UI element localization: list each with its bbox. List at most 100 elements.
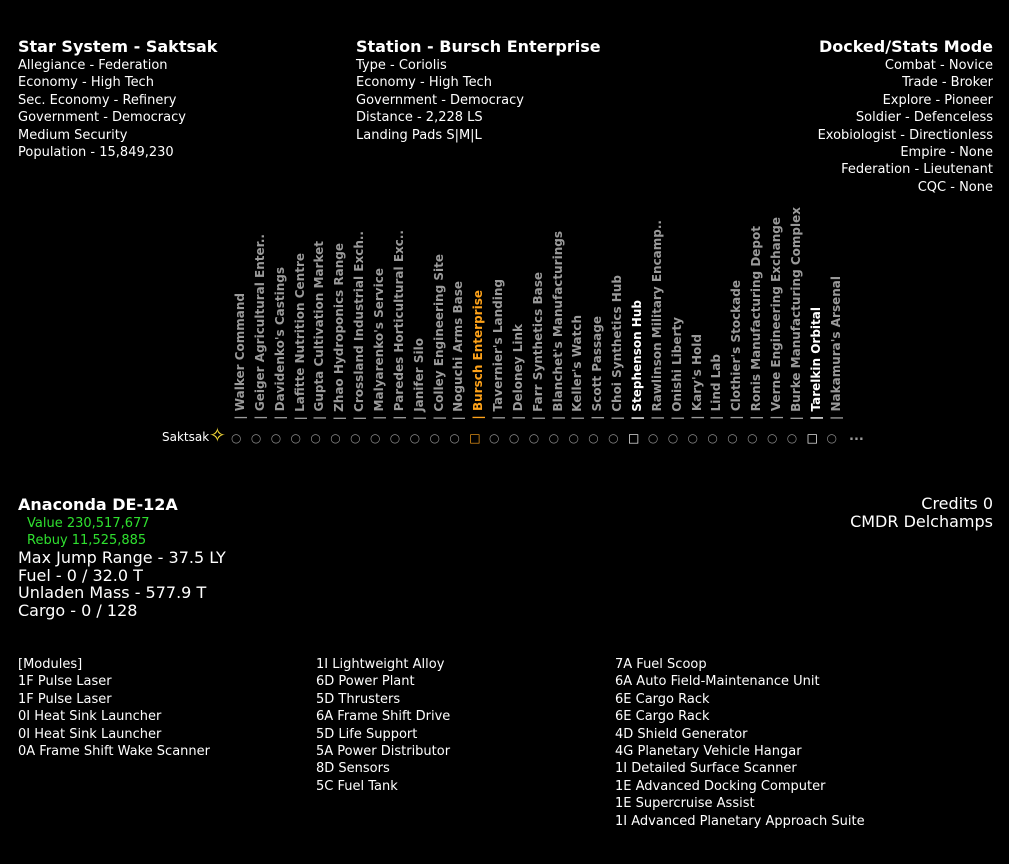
body-circle-icon: ○ <box>270 431 282 445</box>
station-landing-pads: Landing Pads S|M|L <box>356 127 482 143</box>
module-item: 5C Fuel Tank <box>316 778 398 794</box>
body-item: | Clothier's Stockade ○ <box>726 210 746 450</box>
ship-value: Value 230,517,677 <box>27 516 150 531</box>
body-circle-icon: ○ <box>429 431 440 445</box>
body-label: | Kary's Hold <box>689 334 704 420</box>
body-label: | Keller's Watch <box>570 314 585 420</box>
mode-panel: Docked/Stats Mode Combat - Novice Trade … <box>818 37 993 196</box>
body-item: | Stephenson Hub □ <box>627 210 647 450</box>
body-label: | Davidenko's Castings <box>272 267 287 420</box>
system-bodies-strip: Saktsak ✧ | Walker Command ○ | Geiger Agri… <box>0 207 1009 450</box>
body-label: | Walker Command <box>233 293 247 420</box>
rank-combat: Combat - Novice <box>884 58 993 73</box>
body-label: | Onishi Liberty <box>669 316 684 420</box>
module-item: 5D Life Support <box>316 726 418 742</box>
modules-header: [Modules] <box>18 657 83 672</box>
body-label: | Choi Synthetics Hub <box>610 274 625 420</box>
body-item: | Colley Engineering Site ○ <box>429 210 449 450</box>
body-item: | Verne Engineering Exchange ○ <box>766 210 786 450</box>
body-item: | Nakamura's Arsenal ○ <box>826 210 846 450</box>
body-label: | Janifer Silo <box>411 337 426 420</box>
commander-panel: Credits 0 CMDR Delchamps <box>850 495 993 531</box>
modules-column-1: [Modules] 1F Pulse Laser 1F Pulse Laser 0I … <box>18 656 210 760</box>
body-circle-icon: ○ <box>231 431 242 445</box>
module-item: 5D Thrusters <box>316 691 401 707</box>
rank-soldier: Soldier - Defenceless <box>855 110 993 126</box>
body-item: | Malyarenko's Service ○ <box>369 210 389 450</box>
body-circle-icon: ○ <box>826 431 837 445</box>
body-item: | Onishi Liberty ○ <box>667 210 687 450</box>
module-item: 5A Power Distributor <box>316 744 451 760</box>
ship-jump-range: Max Jump Range - 37.5 LY <box>18 548 226 567</box>
station-square-icon: □ <box>628 431 640 445</box>
modules-column-2: 1I Lightweight Alloy 6D Power Plant 5D Thr… <box>316 656 450 795</box>
rank-explore: Explore - Pioneer <box>882 92 993 108</box>
station-economy: Economy - High Tech <box>356 75 492 91</box>
body-item: | Rawlinson Military Encamp.. ○ <box>647 210 667 450</box>
module-item: 6D Power Plant <box>316 674 415 690</box>
overlay-root: Star System - Saktsak Allegiance - Feder… <box>0 0 1009 864</box>
body-item: | Scott Passage ○ <box>587 210 607 450</box>
station-government: Government - Democracy <box>356 92 524 108</box>
star-icon: ✧ <box>209 423 226 447</box>
module-item: 6E Cargo Rack <box>615 691 710 707</box>
module-item: 0I Heat Sink Launcher <box>18 709 162 725</box>
body-item: | Crossland Industrial Exch.. ○ <box>349 210 369 450</box>
ship-cargo: Cargo - 0 / 128 <box>18 600 138 620</box>
body-circle-icon: ○ <box>389 431 401 445</box>
star-system-panel: Star System - Saktsak Allegiance - Feder… <box>18 37 217 161</box>
body-circle-icon: ○ <box>707 431 718 445</box>
body-circle-icon: ○ <box>409 431 421 445</box>
body-item: | Bursch Enterprise □ <box>468 210 488 450</box>
body-item: | Keller's Watch ○ <box>567 210 587 450</box>
body-circle-icon: ○ <box>786 431 798 445</box>
module-item: 1F Pulse Laser <box>18 674 112 690</box>
body-circle-icon: ○ <box>588 431 599 445</box>
body-circle-icon: ○ <box>568 431 579 445</box>
body-item: | Ronis Manufacturing Depot ○ <box>746 210 766 450</box>
body-circle-icon: ○ <box>508 431 520 445</box>
body-label: | Tarelkin Orbital <box>808 306 823 420</box>
body-item: | Noguchi Arms Base ○ <box>448 210 468 450</box>
body-label: | Ronis Manufacturing Depot <box>749 226 764 420</box>
body-item: | Choi Synthetics Hub ○ <box>607 210 627 450</box>
body-label: | Gupta Cultivation Market <box>312 240 327 420</box>
module-item: 1E Supercruise Assist <box>615 796 755 812</box>
station-square-icon: □ <box>469 431 481 445</box>
body-label: | Verne Engineering Exchange <box>768 217 783 420</box>
module-item: 6A Frame Shift Drive <box>316 709 451 725</box>
ship-panel: Anaconda DE-12A Value 230,517,677 Rebuy … <box>18 495 226 619</box>
body-circle-icon: ○ <box>449 431 460 445</box>
system-security: Medium Security <box>18 127 128 143</box>
body-label: | Lind Lab <box>709 354 724 420</box>
module-item: 4G Planetary Vehicle Hangar <box>615 744 802 760</box>
module-item: 0A Frame Shift Wake Scanner <box>18 744 210 760</box>
rank-cqc: CQC - None <box>917 179 993 195</box>
credits: Credits 0 <box>921 494 993 513</box>
body-item: | Paredes Horticultural Exc.. ○ <box>389 210 409 450</box>
body-item: | Kary's Hold ○ <box>687 210 707 450</box>
body-item: | Janifer Silo ○ <box>409 210 429 450</box>
mode-title: Docked/Stats Mode <box>818 37 993 56</box>
module-item: 1I Detailed Surface Scanner <box>615 761 797 777</box>
station-type: Type - Coriolis <box>356 58 447 73</box>
system-economy: Economy - High Tech <box>18 75 154 91</box>
module-item: 6A Auto Field-Maintenance Unit <box>615 674 820 690</box>
body-circle-icon: ○ <box>766 431 778 445</box>
body-circle-icon: ○ <box>747 431 758 445</box>
body-circle-icon: ○ <box>647 431 659 445</box>
body-circle-icon: ○ <box>687 431 699 445</box>
body-circle-icon: ○ <box>489 431 500 445</box>
body-circle-icon: ○ <box>667 431 679 445</box>
station-distance: Distance - 2,228 LS <box>356 110 483 126</box>
body-circle-icon: ○ <box>310 431 321 445</box>
body-label: | Deloney Link <box>510 324 525 420</box>
system-population: Population - 15,849,230 <box>18 145 174 161</box>
body-label: | Stephenson Hub <box>630 299 644 420</box>
module-item: 8D Sensors <box>316 761 390 777</box>
body-circle-icon: ○ <box>727 431 738 445</box>
star-system-title: Star System - Saktsak <box>18 37 218 56</box>
body-label: | Bursch Enterprise <box>471 290 486 420</box>
body-label: | Zhao Hydroponics Range <box>332 242 347 420</box>
body-label: | Farr Synthetics Base <box>530 271 545 420</box>
